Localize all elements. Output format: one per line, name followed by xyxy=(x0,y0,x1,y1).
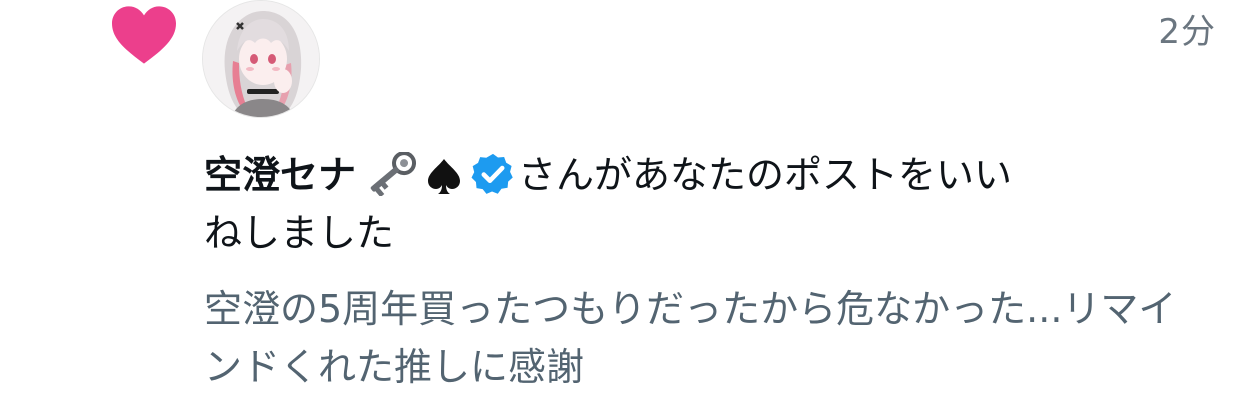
user-name[interactable]: 空澄セナ xyxy=(204,153,356,197)
avatar-illustration xyxy=(203,1,319,117)
heart-icon xyxy=(112,6,176,64)
verified-badge-icon xyxy=(471,153,513,194)
post-preview-text[interactable]: 空澄の5周年買ったつもりだったから危なかった...リマインドくれた推しに感謝 xyxy=(204,280,1214,396)
timestamp: 2分 xyxy=(1158,12,1216,52)
action-text: さんがあなたのポストをいい xyxy=(518,153,1013,197)
action-text-continued: ねしました xyxy=(204,211,395,255)
key-icon xyxy=(370,152,417,196)
notification-message: 空澄セナ さんがあなたのポストをいい ねしました xyxy=(204,146,1204,262)
avatar[interactable] xyxy=(202,0,320,118)
spade-icon xyxy=(428,159,461,194)
like-notification[interactable]: 2分 空澄セナ さんがあなたのポストをいい ねしました 空澄の5周年買ったつもり… xyxy=(0,0,1242,413)
